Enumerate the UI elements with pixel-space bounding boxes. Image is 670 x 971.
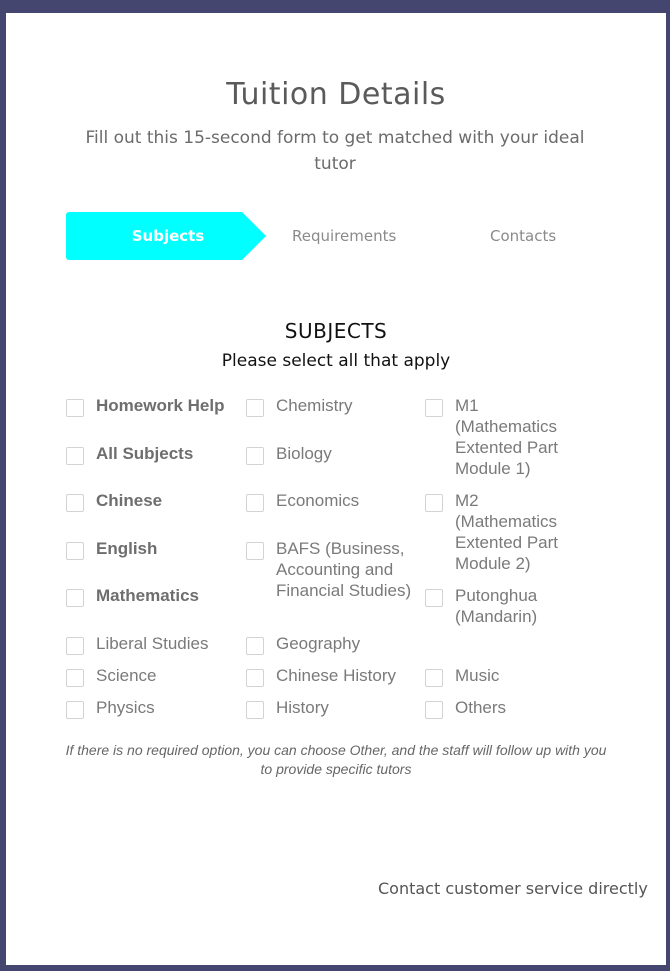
subject-label: Chinese (96, 491, 163, 510)
subject-label: Biology (276, 444, 332, 463)
step-contacts[interactable]: Contacts (490, 212, 556, 260)
subject-label: Physics (96, 698, 155, 717)
checkbox[interactable] (425, 589, 443, 607)
checkbox[interactable] (246, 447, 264, 465)
subject-label: Putonghua (Mandarin) (455, 586, 538, 626)
page-subtitle: Fill out this 15-second form to get matc… (85, 128, 585, 174)
subject-label: Others (455, 698, 507, 717)
subject-label: Chemistry (276, 396, 353, 415)
checkbox[interactable] (66, 399, 84, 417)
checkbox[interactable] (246, 669, 264, 687)
checkbox[interactable] (425, 669, 443, 687)
subject-label: History (276, 698, 329, 717)
checkbox[interactable] (66, 589, 84, 607)
contact-customer-service-link[interactable]: Contact customer service directly (378, 879, 648, 898)
checkbox[interactable] (66, 701, 84, 719)
subject-label: BAFS (Business, Accounting and Financial… (276, 539, 412, 600)
subject-label: Homework Help (96, 396, 225, 415)
checkbox[interactable] (425, 494, 443, 512)
checkbox[interactable] (66, 669, 84, 687)
step-subjects[interactable]: Subjects (66, 212, 266, 260)
checkbox[interactable] (246, 494, 264, 512)
checkbox[interactable] (246, 637, 264, 655)
checkbox[interactable] (246, 542, 264, 560)
subject-label: All Subjects (96, 444, 194, 463)
step-progress: Subjects Requirements Contacts (66, 212, 606, 260)
subject-label: M1 (Mathematics Extented Part Module 1) (455, 396, 559, 478)
subject-label: Chinese History (276, 666, 396, 685)
subject-label: Liberal Studies (96, 634, 209, 653)
help-note: If there is no required option, you can … (65, 742, 607, 777)
checkbox[interactable] (66, 542, 84, 560)
checkbox[interactable] (246, 701, 264, 719)
subject-label: Geography (276, 634, 361, 653)
subject-label: Economics (276, 491, 360, 510)
step-requirements[interactable]: Requirements (292, 212, 396, 260)
subject-label: Mathematics (96, 586, 199, 605)
page-title: Tuition Details (226, 77, 446, 112)
checkbox[interactable] (66, 637, 84, 655)
form-card: Tuition Details Fill out this 15-second … (6, 13, 666, 965)
subject-label: English (96, 539, 158, 558)
section-title: SUBJECTS (284, 319, 388, 343)
subject-label: Music (455, 666, 500, 685)
checkbox[interactable] (425, 701, 443, 719)
checkbox[interactable] (246, 399, 264, 417)
subject-label: M2 (Mathematics Extented Part Module 2) (455, 491, 559, 573)
subject-label: Science (96, 666, 157, 685)
checkbox[interactable] (66, 447, 84, 465)
checkbox[interactable] (425, 399, 443, 417)
step-subjects-label: Subjects (131, 227, 205, 245)
section-subtitle: Please select all that apply (221, 351, 451, 371)
checkbox[interactable] (66, 494, 84, 512)
